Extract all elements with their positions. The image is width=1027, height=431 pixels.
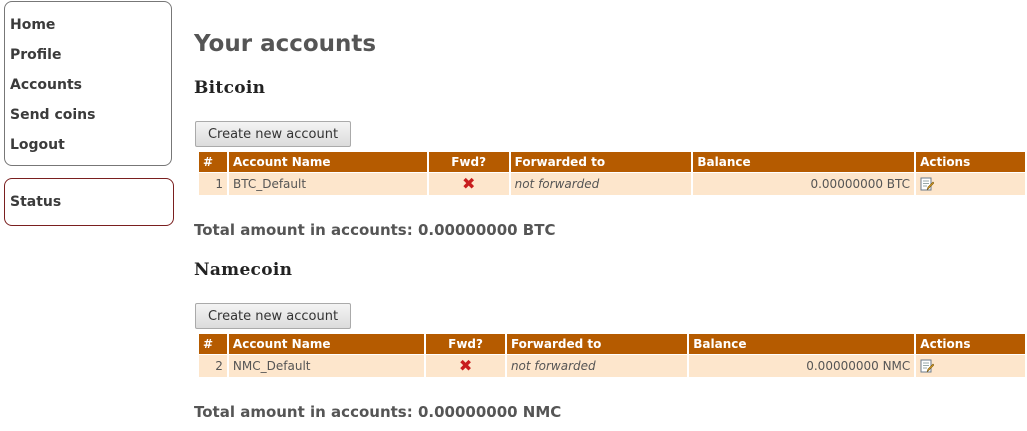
table-header-row: # Account Name Fwd? Forwarded to Balance… [199,152,1025,172]
cell-balance: 0.00000000 NMC [689,355,915,377]
col-header-num: # [199,334,227,354]
cell-num: 1 [199,173,227,195]
col-header-actions: Actions [916,334,1025,354]
cell-account-name: NMC_Default [228,355,425,377]
nav-item-home[interactable]: Home [10,16,55,34]
edit-icon[interactable] [920,359,935,373]
total-amount-namecoin: Total amount in accounts: 0.00000000 NMC [194,403,562,421]
edit-icon[interactable] [920,177,935,191]
accounts-table-namecoin: # Account Name Fwd? Forwarded to Balance… [197,333,1027,378]
status-label: Status [10,194,62,210]
cross-icon: ✖ [458,356,473,375]
table-row: 1 BTC_Default ✖ not forwarded 0.00000000… [199,173,1025,195]
cell-num: 2 [199,355,227,377]
cross-icon: ✖ [461,174,476,193]
status-panel: Status [4,178,174,226]
col-header-forwarded-to: Forwarded to [506,334,688,354]
accounts-table-bitcoin: # Account Name Fwd? Forwarded to Balance… [197,151,1027,196]
cell-actions [916,355,1025,377]
col-header-fwd: Fwd? [428,152,509,172]
col-header-account-name: Account Name [228,334,425,354]
nav-item-logout[interactable]: Logout [10,136,65,154]
table-header-row: # Account Name Fwd? Forwarded to Balance… [199,334,1025,354]
cell-actions [916,173,1025,195]
cell-forwarded-to: not forwarded [510,173,692,195]
col-header-balance: Balance [689,334,915,354]
create-account-button-bitcoin[interactable]: Create new account [195,121,351,147]
col-header-num: # [199,152,227,172]
main-nav: Home Profile Accounts Send coins Logout [4,1,172,166]
cell-account-name: BTC_Default [228,173,427,195]
col-header-fwd: Fwd? [426,334,505,354]
col-header-account-name: Account Name [228,152,427,172]
table-row: 2 NMC_Default ✖ not forwarded 0.00000000… [199,355,1025,377]
section-title-bitcoin: Bitcoin [194,78,266,98]
section-title-namecoin: Namecoin [194,260,293,280]
nav-item-accounts[interactable]: Accounts [10,76,82,94]
col-header-balance: Balance [693,152,915,172]
total-amount-bitcoin: Total amount in accounts: 0.00000000 BTC [194,221,556,239]
page-title: Your accounts [194,31,377,57]
cell-fwd: ✖ [428,173,509,195]
col-header-forwarded-to: Forwarded to [510,152,692,172]
nav-item-profile[interactable]: Profile [10,46,61,64]
col-header-actions: Actions [916,152,1025,172]
nav-item-send-coins[interactable]: Send coins [10,106,95,124]
create-account-button-namecoin[interactable]: Create new account [195,303,351,329]
cell-forwarded-to: not forwarded [506,355,688,377]
cell-fwd: ✖ [426,355,505,377]
cell-balance: 0.00000000 BTC [693,173,915,195]
